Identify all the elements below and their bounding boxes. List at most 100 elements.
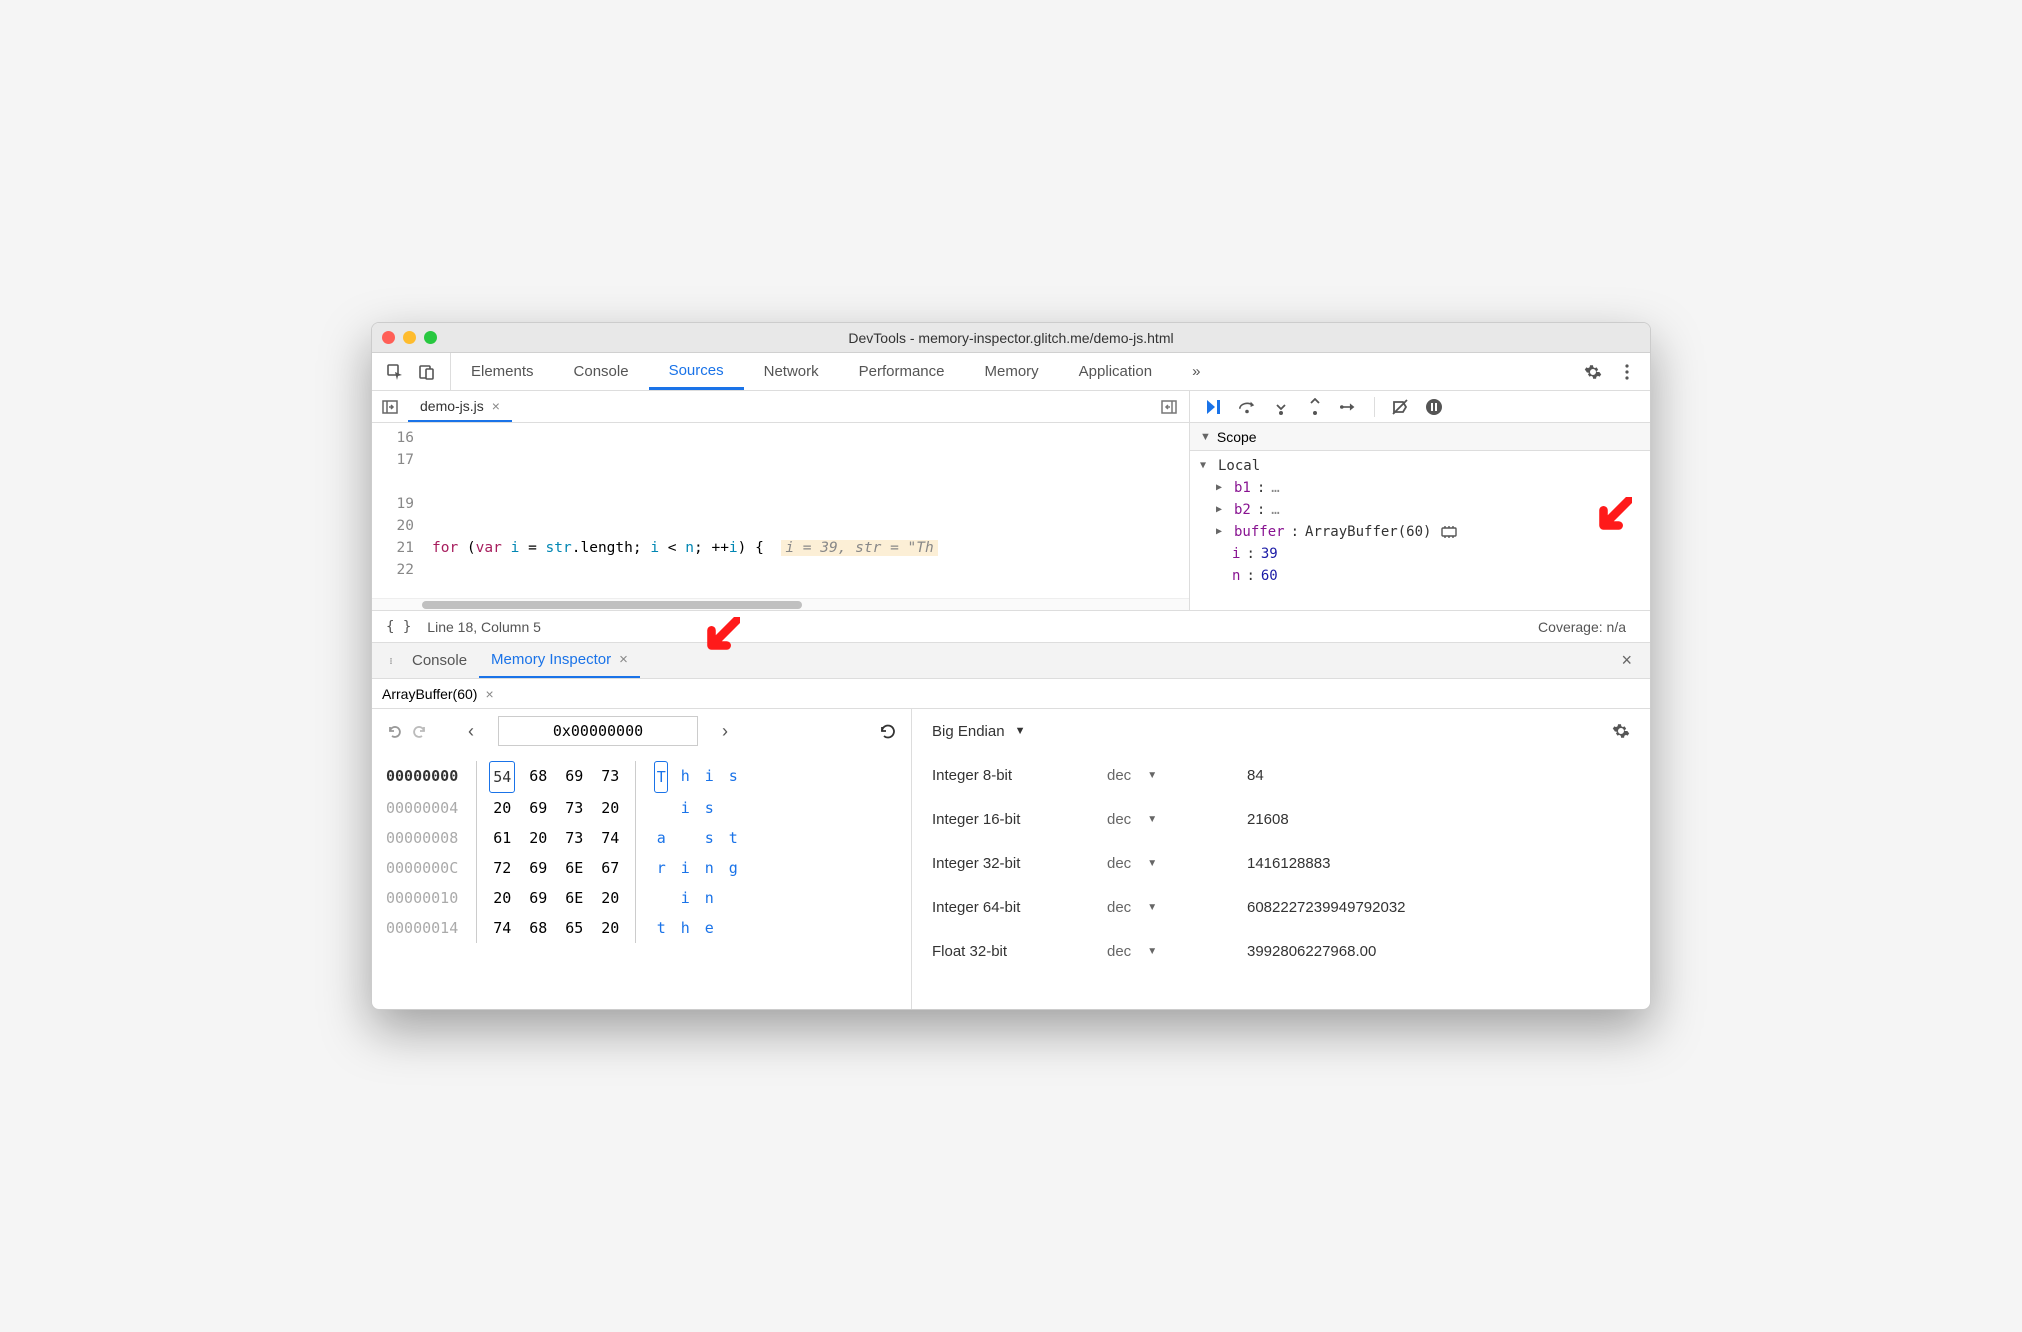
tab-sources[interactable]: Sources <box>649 353 744 390</box>
hex-ascii-char[interactable] <box>726 793 740 823</box>
hex-byte[interactable]: 68 <box>525 913 551 943</box>
pause-on-exceptions-button[interactable] <box>1425 398 1443 416</box>
hex-ascii-char[interactable]: s <box>726 761 740 793</box>
tab-performance[interactable]: Performance <box>839 353 965 390</box>
value-format-dropdown[interactable]: dec▼ <box>1107 811 1247 828</box>
reveal-in-memory-inspector-icon[interactable] <box>1441 526 1457 538</box>
scope-section-header[interactable]: ▼ Scope <box>1190 423 1650 451</box>
hex-ascii-char[interactable]: t <box>726 823 740 853</box>
value-format-dropdown[interactable]: dec▼ <box>1107 899 1247 916</box>
hex-byte[interactable]: 74 <box>489 913 515 943</box>
hex-byte[interactable]: 73 <box>597 761 623 793</box>
show-navigator-icon[interactable] <box>372 400 408 414</box>
step-button[interactable] <box>1340 398 1358 416</box>
device-toolbar-icon[interactable] <box>418 363 436 381</box>
value-format-dropdown[interactable]: dec▼ <box>1107 767 1247 784</box>
scope-var-row[interactable]: ▶b1: … <box>1200 477 1640 499</box>
hex-byte[interactable]: 6E <box>561 853 587 883</box>
hex-ascii-char[interactable]: i <box>678 853 692 883</box>
hex-byte[interactable]: 69 <box>525 793 551 823</box>
hex-body[interactable]: 0000000054686973This0000000420697320 is … <box>372 753 911 1009</box>
value-format-dropdown[interactable]: dec▼ <box>1107 943 1247 960</box>
hex-byte[interactable]: 68 <box>525 761 551 793</box>
close-drawer-icon[interactable]: × <box>1613 650 1640 671</box>
refresh-icon[interactable] <box>879 722 897 740</box>
hex-byte[interactable]: 61 <box>489 823 515 853</box>
kebab-menu-icon[interactable] <box>382 652 400 670</box>
hex-ascii-char[interactable]: n <box>702 883 716 913</box>
scope-var-row[interactable]: ▶b2: … <box>1200 499 1640 521</box>
hex-ascii-char[interactable]: s <box>702 823 716 853</box>
drawer-tab-console[interactable]: Console <box>400 643 479 678</box>
hex-ascii-char[interactable] <box>654 883 668 913</box>
hex-ascii-char[interactable] <box>678 823 692 853</box>
hex-byte[interactable]: 74 <box>597 823 623 853</box>
hex-ascii-char[interactable] <box>726 883 740 913</box>
buffer-tab[interactable]: ArrayBuffer(60) × <box>382 686 494 702</box>
hex-ascii-char[interactable] <box>726 913 740 943</box>
pretty-print-icon[interactable]: { } <box>386 619 411 635</box>
hex-byte[interactable]: 20 <box>597 913 623 943</box>
drawer-tab-memory-inspector[interactable]: Memory Inspector× <box>479 643 640 678</box>
hex-byte[interactable]: 20 <box>597 793 623 823</box>
hex-ascii-char[interactable]: n <box>702 853 716 883</box>
hex-ascii-char[interactable]: e <box>702 913 716 943</box>
redo-icon[interactable] <box>412 723 428 739</box>
tab-elements[interactable]: Elements <box>451 353 554 390</box>
code-editor[interactable]: 16 17 18 19 20 21 22 for (var i = str.le… <box>372 423 1189 598</box>
hex-ascii-char[interactable]: i <box>678 883 692 913</box>
prev-page-icon[interactable]: ‹ <box>468 721 474 742</box>
tab-console[interactable]: Console <box>554 353 649 390</box>
next-page-icon[interactable]: › <box>722 721 728 742</box>
address-input[interactable] <box>498 716 698 746</box>
hex-byte[interactable]: 73 <box>561 823 587 853</box>
step-over-button[interactable] <box>1238 398 1256 416</box>
hex-byte[interactable]: 73 <box>561 793 587 823</box>
close-file-tab-icon[interactable]: × <box>492 398 500 414</box>
hex-byte[interactable]: 69 <box>525 853 551 883</box>
step-into-button[interactable] <box>1272 398 1290 416</box>
endian-dropdown[interactable]: Big Endian ▼ <box>932 723 1025 740</box>
hex-byte[interactable]: 67 <box>597 853 623 883</box>
hex-ascii-char[interactable]: a <box>654 823 668 853</box>
hex-ascii-char[interactable]: t <box>654 913 668 943</box>
tab-application[interactable]: Application <box>1059 353 1172 390</box>
tab-memory[interactable]: Memory <box>965 353 1059 390</box>
hex-ascii-char[interactable]: h <box>678 913 692 943</box>
hex-byte[interactable]: 65 <box>561 913 587 943</box>
inspect-element-icon[interactable] <box>386 363 404 381</box>
hex-ascii-char[interactable]: r <box>654 853 668 883</box>
kebab-menu-icon[interactable] <box>1618 363 1636 381</box>
hex-byte[interactable]: 6E <box>561 883 587 913</box>
hex-byte[interactable]: 20 <box>525 823 551 853</box>
horizontal-scrollbar[interactable] <box>372 598 1189 610</box>
hex-ascii-char[interactable]: i <box>678 793 692 823</box>
hex-ascii-char[interactable]: s <box>702 793 716 823</box>
hex-ascii-char[interactable]: T <box>654 761 668 793</box>
close-buffer-tab-icon[interactable]: × <box>485 686 493 702</box>
scope-local-header[interactable]: ▼ Local <box>1200 455 1640 477</box>
value-format-dropdown[interactable]: dec▼ <box>1107 855 1247 872</box>
step-out-button[interactable] <box>1306 398 1324 416</box>
tab-network[interactable]: Network <box>744 353 839 390</box>
hex-ascii-char[interactable]: g <box>726 853 740 883</box>
resume-button[interactable] <box>1204 398 1222 416</box>
hex-byte[interactable]: 54 <box>489 761 515 793</box>
close-drawer-tab-icon[interactable]: × <box>619 651 628 668</box>
hex-ascii-char[interactable]: i <box>702 761 716 793</box>
hex-ascii-char[interactable]: h <box>678 761 692 793</box>
more-file-options-icon[interactable] <box>1149 400 1189 414</box>
hex-byte[interactable]: 20 <box>489 793 515 823</box>
settings-gear-icon[interactable] <box>1584 363 1602 381</box>
scope-var-row[interactable]: ▶buffer: ArrayBuffer(60) <box>1200 521 1640 543</box>
tab-more[interactable]: » <box>1172 353 1220 390</box>
hex-byte[interactable]: 72 <box>489 853 515 883</box>
hex-byte[interactable]: 69 <box>525 883 551 913</box>
hex-byte[interactable]: 69 <box>561 761 587 793</box>
hex-byte[interactable]: 20 <box>597 883 623 913</box>
hex-byte[interactable]: 20 <box>489 883 515 913</box>
settings-gear-icon[interactable] <box>1612 722 1630 740</box>
hex-ascii-char[interactable] <box>654 793 668 823</box>
deactivate-breakpoints-button[interactable] <box>1391 398 1409 416</box>
undo-icon[interactable] <box>386 723 402 739</box>
